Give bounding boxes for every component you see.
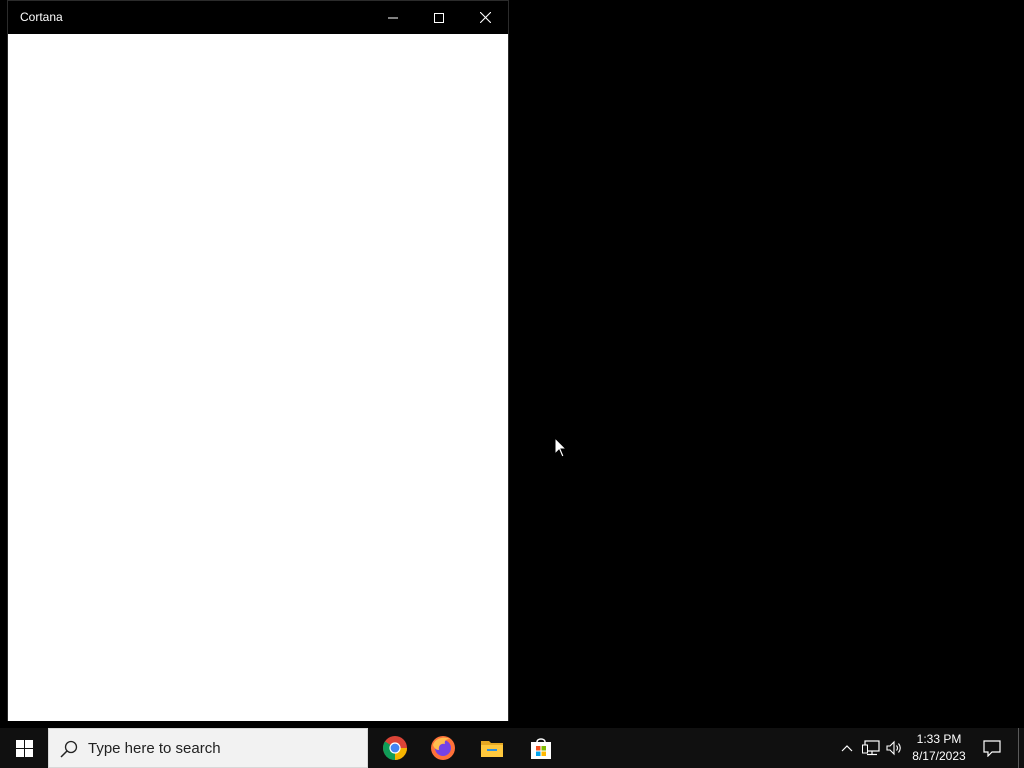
volume-button[interactable]: [884, 728, 906, 768]
volume-icon: [886, 740, 901, 756]
network-button[interactable]: [860, 728, 882, 768]
window-title: Cortana: [20, 10, 63, 24]
taskbar: Type here to search 1:33 PM 8/17/2023: [0, 728, 1024, 768]
minimize-button[interactable]: [370, 1, 416, 34]
clock-date: 8/17/2023: [912, 749, 966, 763]
taskbar-clock[interactable]: 1:33 PM 8/17/2023: [908, 728, 970, 768]
mouse-cursor-icon: [554, 437, 568, 458]
action-center-button[interactable]: [976, 728, 1008, 768]
show-hidden-icons-button[interactable]: [837, 728, 857, 768]
close-button[interactable]: [462, 1, 508, 34]
taskbar-search-box[interactable]: Type here to search: [48, 728, 368, 768]
notification-icon: [983, 739, 1001, 757]
cortana-content-area: [8, 34, 508, 721]
chrome-icon: [383, 736, 407, 760]
chevron-up-icon: [841, 745, 853, 752]
taskbar-store-button[interactable]: [517, 728, 565, 768]
store-icon: [531, 738, 551, 759]
desktop: Cortana: [0, 0, 1024, 728]
windows-logo-icon: [15, 739, 33, 757]
cortana-window: Cortana: [7, 0, 509, 721]
taskbar-file-explorer-button[interactable]: [468, 728, 516, 768]
taskbar-firefox-button[interactable]: [419, 728, 467, 768]
maximize-icon: [434, 12, 444, 23]
window-titlebar[interactable]: Cortana: [8, 1, 508, 34]
start-button[interactable]: [0, 728, 48, 768]
minimize-icon: [388, 17, 398, 18]
network-icon: [862, 740, 880, 756]
clock-time: 1:33 PM: [916, 732, 962, 746]
close-icon: [479, 12, 491, 23]
search-icon: [60, 740, 78, 758]
firefox-icon: [431, 736, 455, 760]
folder-icon: [481, 741, 503, 757]
maximize-button[interactable]: [416, 1, 462, 34]
show-desktop-button[interactable]: [1018, 728, 1024, 768]
taskbar-chrome-button[interactable]: [371, 728, 419, 768]
search-placeholder: Type here to search: [88, 740, 221, 757]
